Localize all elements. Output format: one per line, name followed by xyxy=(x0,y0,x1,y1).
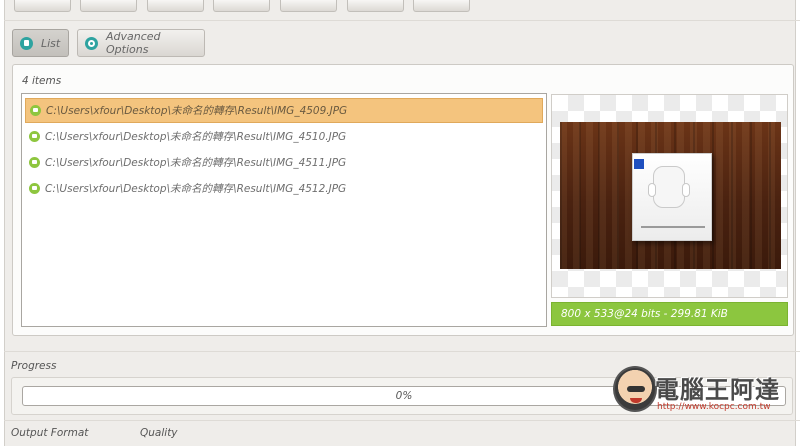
toolbar-button-4[interactable] xyxy=(213,0,270,12)
output-format-label: Output Format xyxy=(11,427,89,439)
tab-advanced-options-label: Advanced Options xyxy=(106,30,161,56)
progress-label: Progress xyxy=(11,360,57,372)
toolbar-button-6[interactable] xyxy=(347,0,404,12)
toolbar-button-2[interactable] xyxy=(80,0,137,12)
file-path: C:\Users\xfour\Desktop\未命名的轉存\Result\IMG… xyxy=(45,131,347,143)
earbud-right-graphic xyxy=(682,183,690,197)
file-path: C:\Users\xfour\Desktop\未命名的轉存\Result\IMG… xyxy=(46,105,348,117)
section-divider-bottom xyxy=(4,420,800,421)
toolbar-button-7[interactable] xyxy=(413,0,470,12)
toolbar-divider xyxy=(4,20,800,21)
watermark-title: 電腦王阿達 xyxy=(655,376,780,404)
mascot-face-icon xyxy=(613,366,657,412)
toolbar-button-3[interactable] xyxy=(147,0,204,12)
tab-advanced-options[interactable]: Advanced Options xyxy=(77,29,205,57)
preview-product-box xyxy=(632,153,712,241)
file-path: C:\Users\xfour\Desktop\未命名的轉存\Result\IMG… xyxy=(45,157,347,169)
list-icon xyxy=(20,36,33,50)
gear-icon xyxy=(85,36,98,50)
list-item[interactable]: C:\Users\xfour\Desktop\未命名的轉存\Result\IMG… xyxy=(25,150,543,175)
earbuds-case-graphic xyxy=(648,166,690,208)
file-path: C:\Users\xfour\Desktop\未命名的轉存\Result\IMG… xyxy=(45,183,347,195)
watermark-logo: 電腦王阿達 http://www.kocpc.com.tw xyxy=(613,366,793,416)
section-divider xyxy=(4,351,800,352)
items-count: 4 items xyxy=(22,75,62,87)
tab-list-label: List xyxy=(41,36,61,50)
image-file-icon xyxy=(29,157,40,168)
box-caption-graphic xyxy=(641,226,705,228)
brand-logo-icon xyxy=(634,159,644,169)
image-file-icon xyxy=(29,131,40,142)
list-item[interactable]: C:\Users\xfour\Desktop\未命名的轉存\Result\IMG… xyxy=(25,124,543,149)
tab-list[interactable]: List xyxy=(12,29,69,57)
list-item[interactable]: C:\Users\xfour\Desktop\未命名的轉存\Result\IMG… xyxy=(25,176,543,201)
list-item[interactable]: C:\Users\xfour\Desktop\未命名的轉存\Result\IMG… xyxy=(25,98,543,123)
quality-label: Quality xyxy=(140,427,178,439)
earbud-left-graphic xyxy=(648,183,656,197)
watermark-url: http://www.kocpc.com.tw xyxy=(657,402,771,412)
file-list[interactable]: C:\Users\xfour\Desktop\未命名的轉存\Result\IMG… xyxy=(21,93,547,327)
image-file-icon xyxy=(29,183,40,194)
toolbar-button-5[interactable] xyxy=(280,0,337,12)
toolbar-button-1[interactable] xyxy=(14,0,71,12)
image-info-bar: 800 x 533@24 bits - 299.81 KiB xyxy=(551,302,788,326)
image-file-icon xyxy=(30,105,41,116)
